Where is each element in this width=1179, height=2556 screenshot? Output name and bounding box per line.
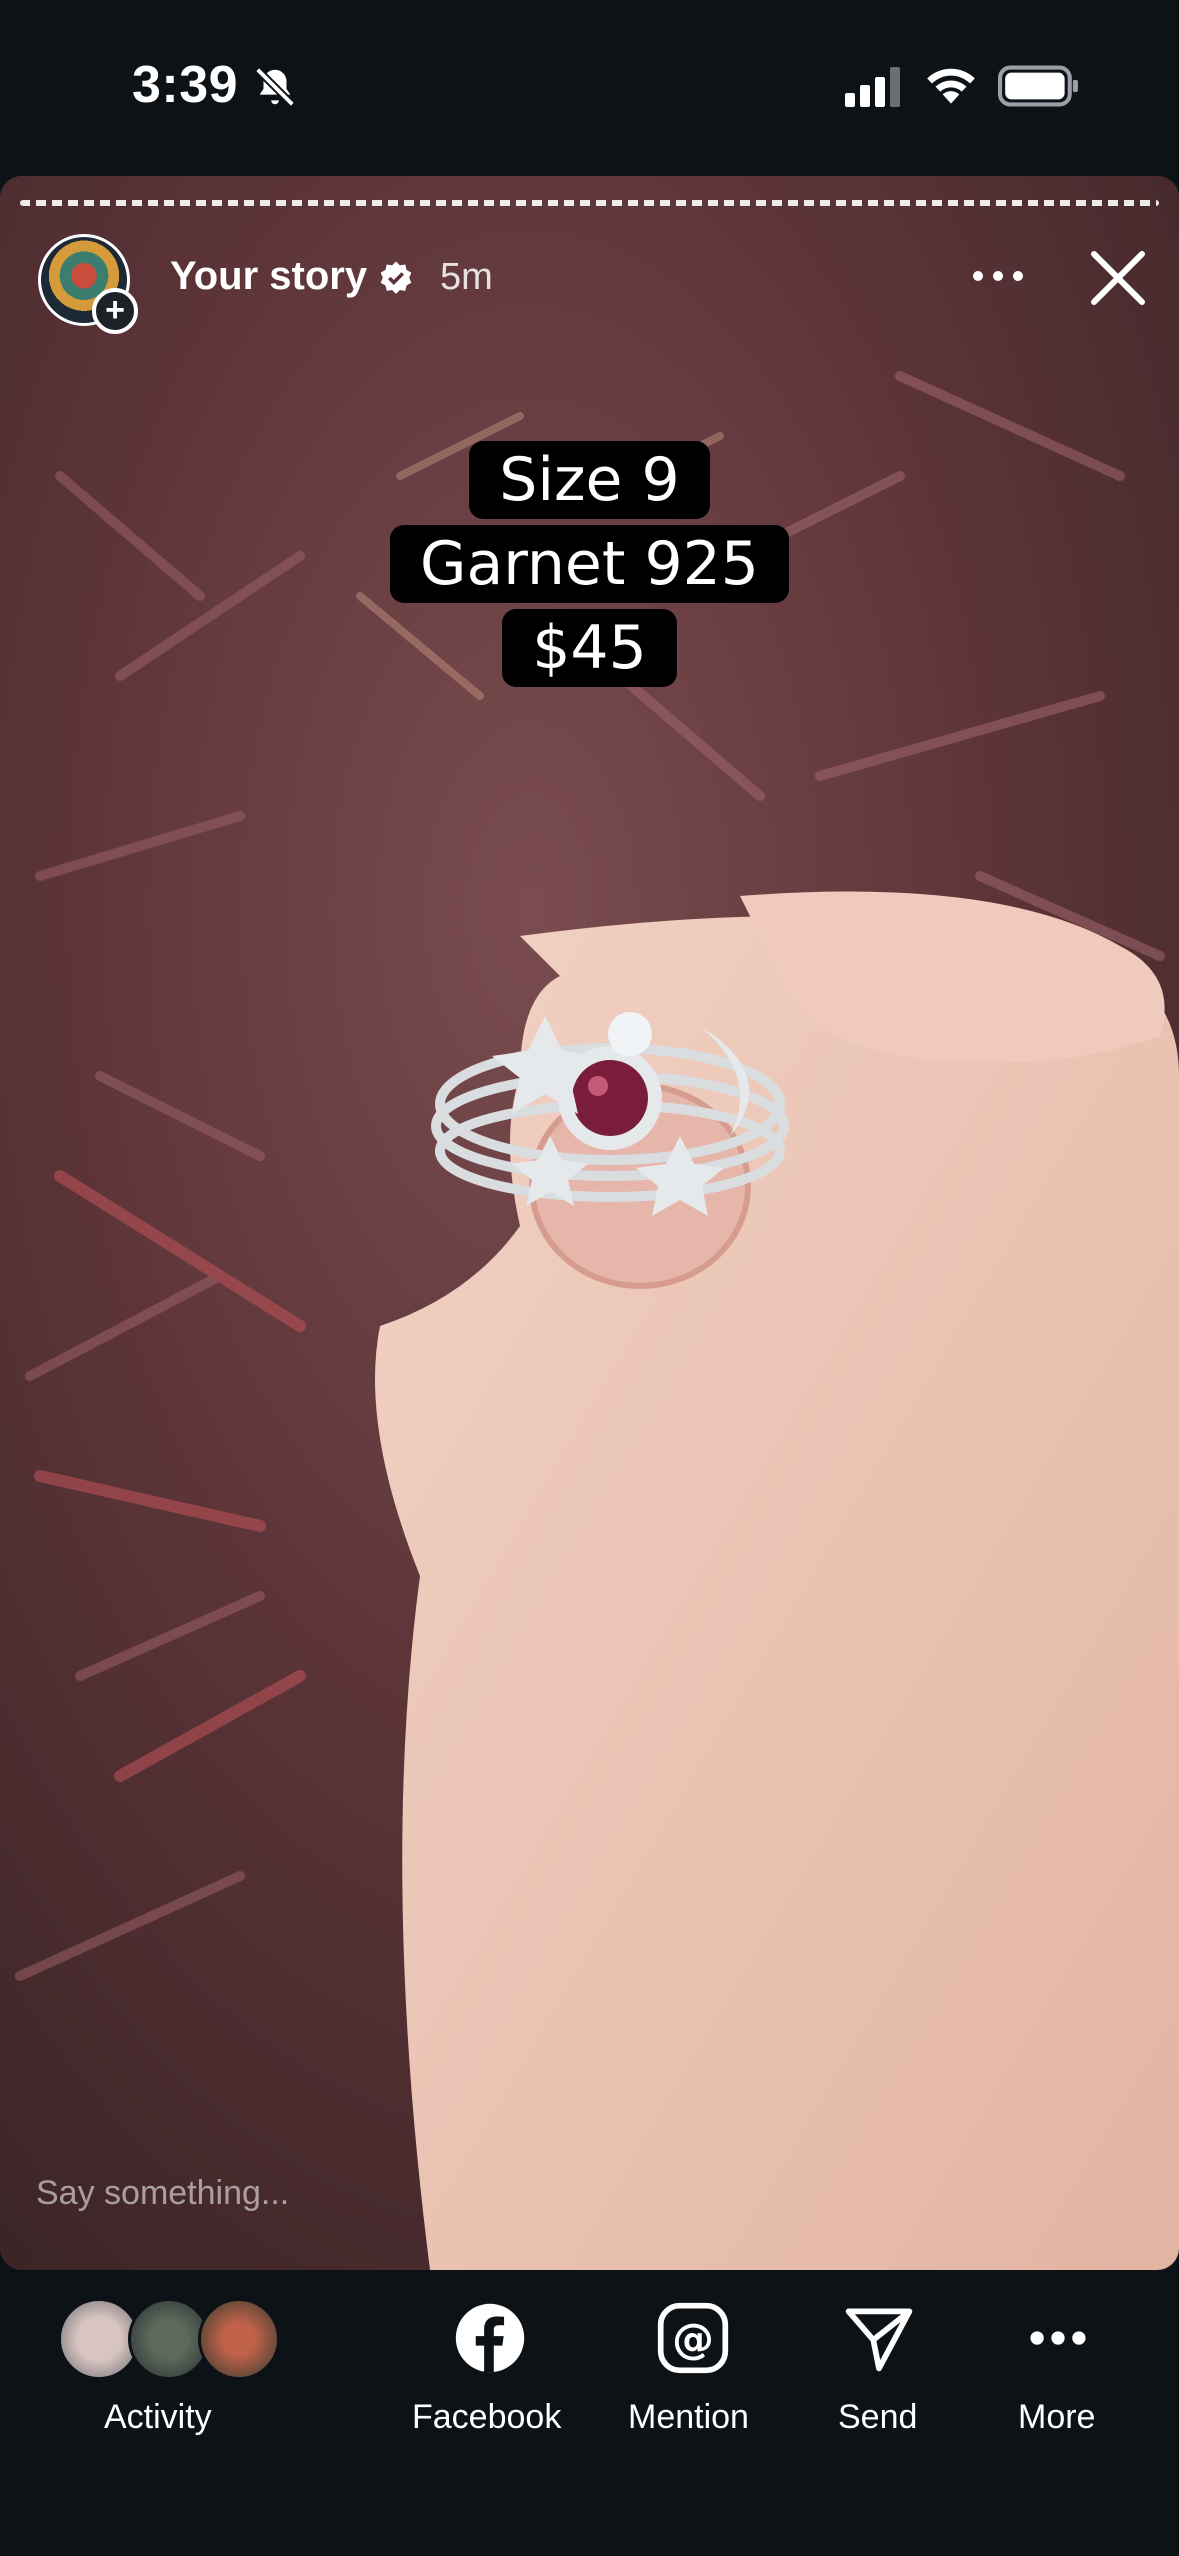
caption-line: Garnet 925	[390, 525, 789, 603]
close-icon[interactable]	[1086, 246, 1150, 310]
reply-input[interactable]: Say something...	[36, 2174, 289, 2213]
wifi-icon	[927, 68, 975, 104]
more-icon[interactable]	[1020, 2300, 1096, 2376]
bell-muted-icon	[255, 67, 295, 107]
send-label[interactable]: Send	[838, 2398, 917, 2437]
status-bar: 3:39	[0, 0, 1179, 176]
story-timestamp: 5m	[440, 256, 493, 298]
status-time: 3:39	[132, 56, 239, 114]
add-story-icon[interactable]: +	[92, 288, 138, 334]
more-options-icon[interactable]	[970, 268, 1026, 284]
story-username[interactable]: Your story	[170, 254, 367, 299]
story-text-sticker[interactable]: Size 9 Garnet 925 $45	[0, 438, 1179, 690]
progress-track	[20, 200, 1159, 206]
caption-line: $45	[502, 609, 677, 687]
cellular-signal-icon	[845, 67, 900, 107]
verified-badge-icon	[380, 261, 412, 294]
send-icon[interactable]	[841, 2300, 917, 2376]
story-viewer[interactable]: + Your story 5m Size 9 Garnet 925 $45 Sa…	[0, 176, 1179, 2270]
activity-viewer-avatars[interactable]	[58, 2298, 280, 2380]
more-label[interactable]: More	[1018, 2398, 1095, 2437]
story-progress-bar	[20, 200, 1159, 206]
caption-line: Size 9	[469, 441, 710, 519]
mention-label[interactable]: Mention	[628, 2398, 749, 2437]
svg-text:@: @	[672, 2314, 714, 2363]
battery-icon	[998, 65, 1078, 107]
facebook-label[interactable]: Facebook	[412, 2398, 561, 2437]
story-action-bar: Activity Facebook @ Mention Send More	[0, 2270, 1179, 2556]
avatar	[198, 2298, 280, 2380]
activity-label[interactable]: Activity	[104, 2398, 212, 2437]
mention-icon[interactable]: @	[655, 2300, 731, 2376]
facebook-icon[interactable]	[452, 2300, 528, 2376]
